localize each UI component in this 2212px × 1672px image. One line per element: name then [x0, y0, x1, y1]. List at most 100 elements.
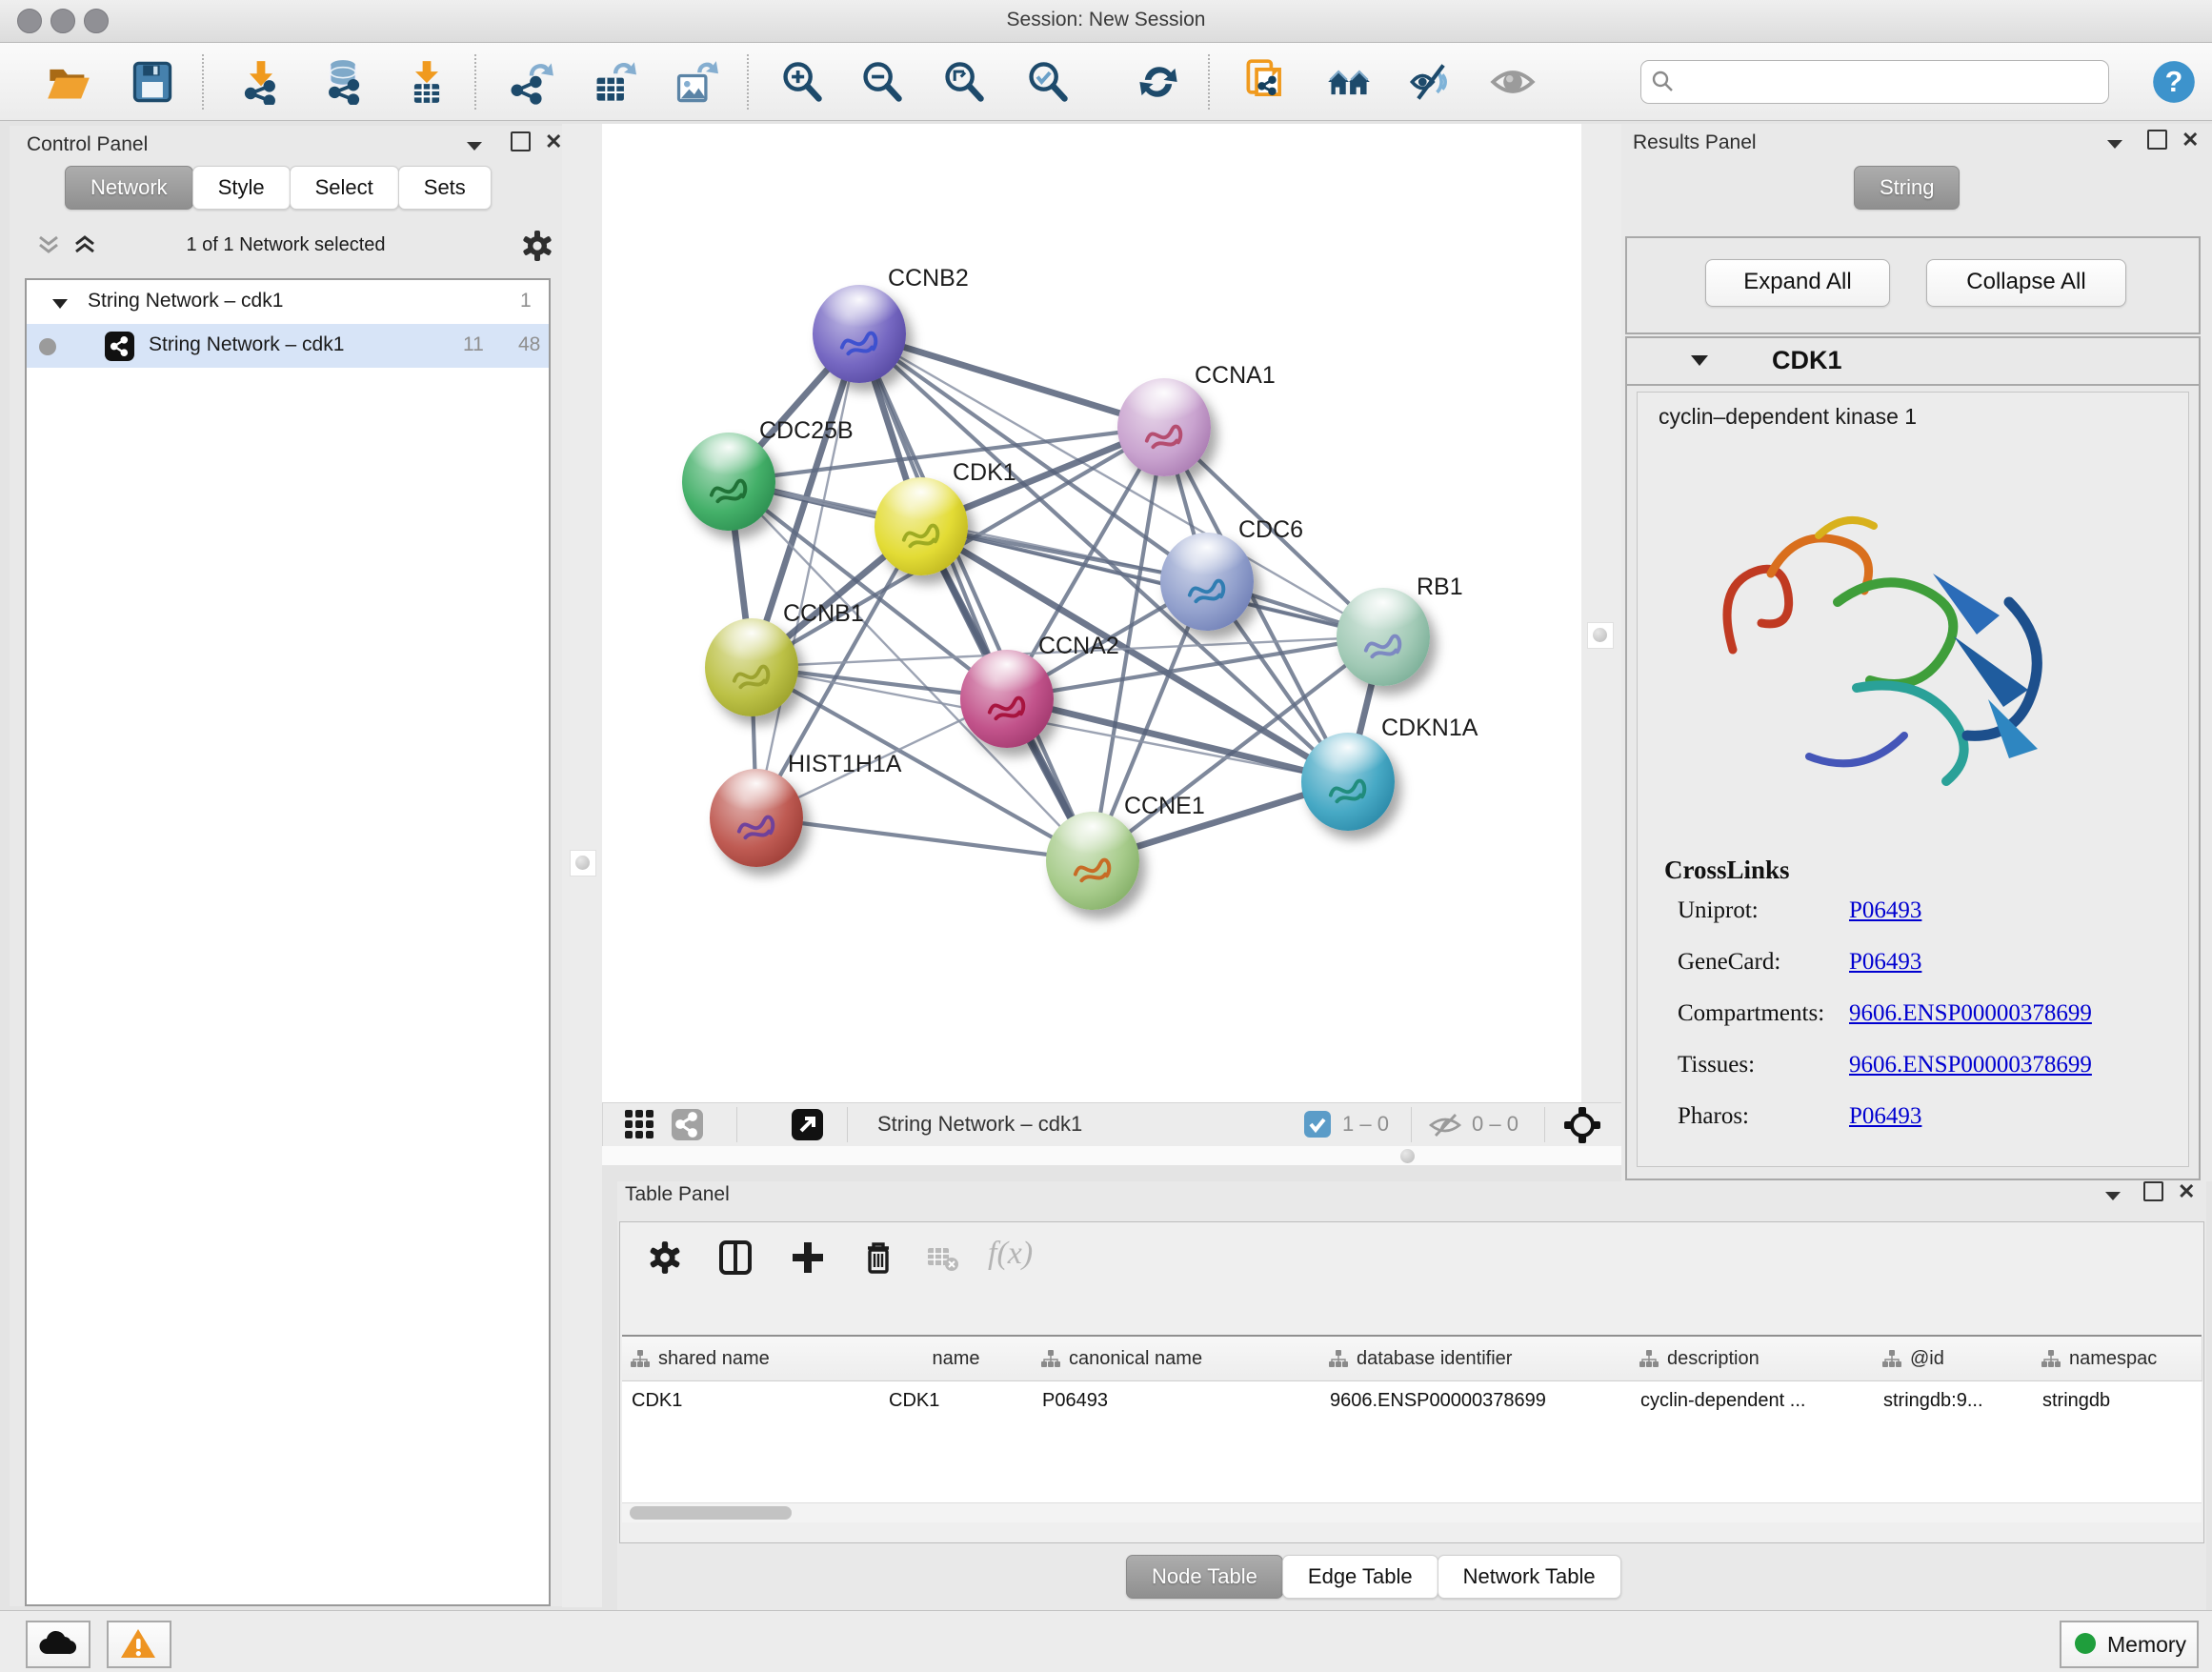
close-panel-icon[interactable]: ✕ [2182, 128, 2199, 152]
export-network-icon[interactable] [509, 59, 554, 105]
column-header-shared-name[interactable]: shared name [622, 1337, 880, 1381]
float-panel-icon[interactable] [465, 139, 484, 157]
edge-CCNB2-HIST1H1A[interactable] [756, 333, 859, 817]
float-panel-icon[interactable] [2103, 1189, 2122, 1207]
horizontal-splitter-handle[interactable] [1400, 1149, 1415, 1163]
string-home-icon[interactable] [1326, 59, 1372, 105]
float-panel-icon[interactable] [2105, 137, 2124, 155]
table-cell[interactable]: 9606.ENSP00000378699 [1320, 1380, 1631, 1422]
column-header-namespac[interactable]: namespac [2033, 1337, 2202, 1381]
zoom-selected-icon[interactable] [1025, 59, 1071, 105]
table-cell[interactable]: stringdb:9... [1874, 1380, 2033, 1422]
tab-node-table[interactable]: Node Table [1126, 1555, 1283, 1599]
table-cell[interactable]: P06493 [1033, 1380, 1320, 1422]
string-import-icon[interactable] [1244, 59, 1290, 105]
zoom-in-icon[interactable] [779, 59, 825, 105]
expand-all-button[interactable]: Expand All [1705, 259, 1890, 307]
table-cell[interactable]: CDK1 [622, 1380, 879, 1422]
maximize-panel-icon[interactable] [2143, 1181, 2163, 1201]
zoom-fit-icon[interactable] [941, 59, 987, 105]
edge-HIST1H1A-CCNE1[interactable] [756, 817, 1093, 860]
crosslink-row: GeneCard:P06493 [1638, 949, 2188, 1000]
node-CCNA1[interactable] [1117, 378, 1211, 476]
warnings-button[interactable] [107, 1621, 171, 1668]
node-HIST1H1A[interactable] [710, 769, 803, 867]
help-icon[interactable]: ? [2151, 59, 2197, 105]
node-CDK1[interactable] [875, 477, 968, 575]
delete-column-icon[interactable] [860, 1239, 896, 1280]
right-splitter[interactable] [1581, 124, 1621, 1102]
table-cell[interactable]: cyclin-dependent ... [1631, 1380, 1874, 1422]
collapse-all-button[interactable]: Collapse All [1926, 259, 2126, 307]
tab-network[interactable]: Network [65, 166, 193, 210]
right-splitter-handle[interactable] [1587, 622, 1614, 649]
export-table-icon[interactable] [591, 59, 636, 105]
tissues-link[interactable]: 9606.ENSP00000378699 [1849, 1052, 2092, 1078]
birds-eye-view-icon[interactable] [1563, 1106, 1601, 1149]
hidden-eye-icon[interactable] [1428, 1112, 1462, 1142]
table-cell[interactable]: CDK1 [879, 1380, 1033, 1422]
string-eye-icon[interactable] [1490, 59, 1536, 105]
genecard-link[interactable]: P06493 [1849, 949, 1921, 976]
node-CDC6[interactable] [1160, 533, 1254, 631]
node-CCNE1[interactable] [1046, 812, 1139, 910]
column-header-canonical-name[interactable]: canonical name [1033, 1337, 1321, 1381]
edge-CCNB2-CCNE1[interactable] [859, 333, 1093, 860]
cloud-status-button[interactable] [26, 1621, 90, 1668]
memory-button[interactable]: Memory [2060, 1621, 2199, 1668]
tab-network-table[interactable]: Network Table [1438, 1555, 1621, 1599]
tab-select[interactable]: Select [290, 166, 399, 210]
column-header-id[interactable]: @id [1874, 1337, 2034, 1381]
close-panel-icon[interactable]: ✕ [2178, 1179, 2195, 1204]
maximize-panel-icon[interactable] [2147, 130, 2167, 150]
protein-card-header[interactable]: CDK1 [1627, 338, 2199, 386]
string-style-icon[interactable] [672, 1109, 703, 1145]
table-hscrollbar-thumb[interactable] [630, 1506, 792, 1520]
close-panel-icon[interactable]: ✕ [545, 130, 562, 154]
import-network-database-icon[interactable] [320, 59, 366, 105]
maximize-panel-icon[interactable] [511, 131, 531, 151]
node-CCNB1[interactable] [705, 618, 798, 716]
tab-sets[interactable]: Sets [398, 166, 492, 210]
protein-structure-thumb [828, 310, 891, 373]
string-hide-icon[interactable] [1408, 59, 1454, 105]
table-hscrollbar[interactable] [622, 1502, 2202, 1522]
uniprot-link[interactable]: P06493 [1849, 897, 1921, 924]
left-splitter[interactable] [562, 124, 602, 1607]
add-column-icon[interactable] [790, 1239, 826, 1280]
import-network-file-icon[interactable] [238, 59, 284, 105]
column-header-database-identifier[interactable]: database identifier [1320, 1337, 1632, 1381]
search-input[interactable] [1640, 60, 2109, 104]
refresh-icon[interactable] [1136, 59, 1181, 105]
column-header-name[interactable]: name [879, 1337, 1034, 1381]
compartments-link[interactable]: 9606.ENSP00000378699 [1849, 1000, 2092, 1027]
table-settings-gear-icon[interactable] [647, 1239, 683, 1280]
tab-style[interactable]: Style [192, 166, 291, 210]
node-CDKN1A[interactable] [1301, 733, 1395, 831]
network-collection-row[interactable]: String Network – cdk1 1 [27, 280, 549, 324]
collection-expand-icon[interactable] [51, 293, 69, 316]
network-canvas[interactable]: CCNB2CCNA1CDC25BCDK1CDC6RB1CCNB1CCNA2CDK… [602, 124, 1581, 1102]
import-table-file-icon[interactable] [404, 59, 450, 105]
collapse-section-icon[interactable] [1690, 353, 1709, 373]
tab-string[interactable]: String [1854, 166, 1960, 210]
network-row[interactable]: String Network – cdk1 11 48 [27, 324, 549, 368]
column-header-description[interactable]: description [1631, 1337, 1875, 1381]
export-image-icon[interactable] [673, 59, 718, 105]
node-CCNA2[interactable] [960, 650, 1054, 748]
tab-edge-table[interactable]: Edge Table [1282, 1555, 1438, 1599]
node-CDC25B[interactable] [682, 433, 775, 531]
left-splitter-handle[interactable] [570, 850, 596, 876]
pharos-link[interactable]: P06493 [1849, 1103, 1921, 1130]
network-options-gear-icon[interactable] [520, 229, 554, 268]
table-cell[interactable]: stringdb [2033, 1380, 2202, 1422]
open-in-window-icon[interactable] [792, 1109, 823, 1145]
open-session-icon[interactable] [46, 59, 91, 105]
split-column-icon[interactable] [717, 1239, 754, 1280]
show-grid-icon[interactable] [624, 1109, 655, 1145]
selected-checkbox-icon[interactable] [1304, 1111, 1331, 1142]
node-RB1[interactable] [1337, 588, 1430, 686]
node-CCNB2[interactable] [813, 285, 906, 383]
save-session-icon[interactable] [130, 59, 175, 105]
zoom-out-icon[interactable] [859, 59, 905, 105]
